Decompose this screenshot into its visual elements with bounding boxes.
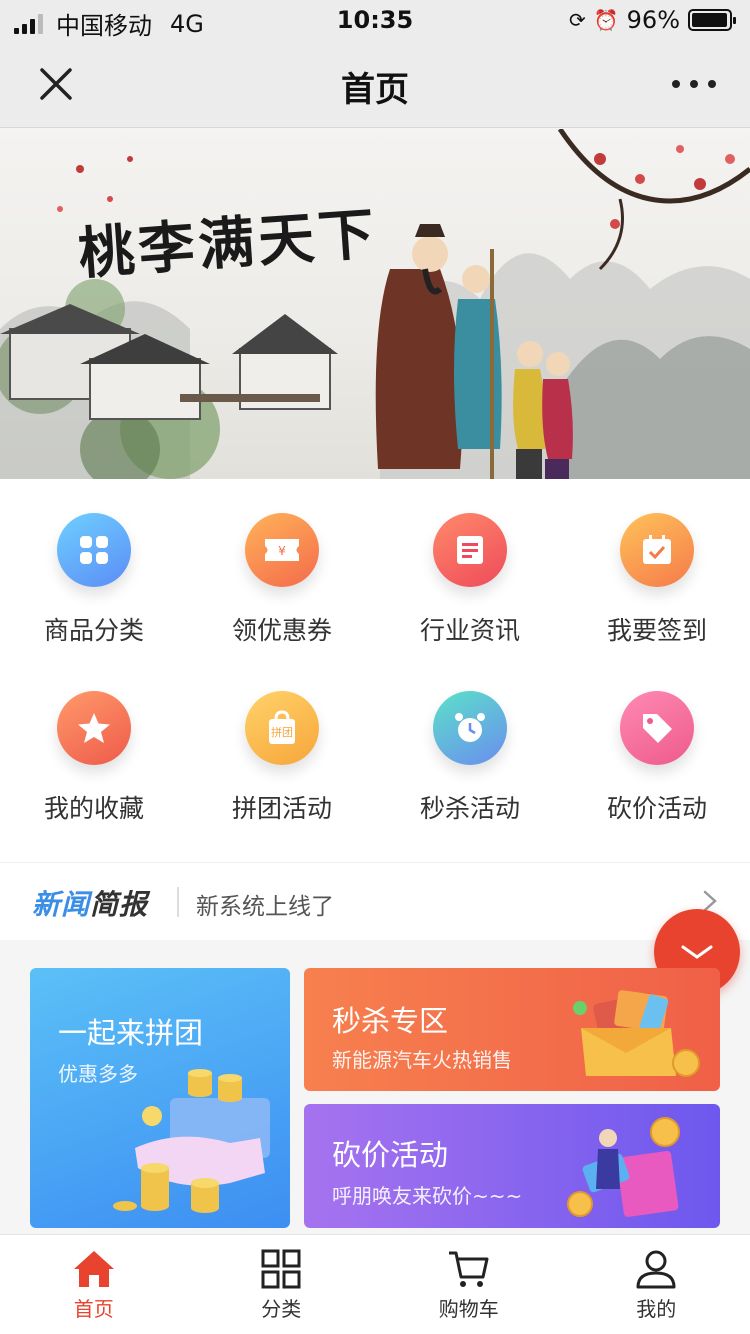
promo-bargain-subtitle: 呼朋唤友来砍价~~~	[332, 1184, 523, 1208]
price-tag-icon	[620, 691, 694, 765]
grid-item-label: 我的收藏	[43, 794, 144, 823]
coupon-icon: ¥	[245, 513, 319, 587]
status-right: ⟳ ⏰ 96%	[568, 6, 736, 34]
status-bar: 中国移动 4G 10:35 ⟳ ⏰ 96%	[0, 0, 750, 40]
grid-item-label: 商品分类	[43, 616, 144, 645]
grid-item[interactable]: ¥ 领优惠券	[188, 513, 376, 647]
grid-item[interactable]: 商品分类	[0, 513, 188, 647]
shopper-illustration	[567, 1117, 680, 1217]
tab-label: 首页	[73, 1297, 114, 1321]
bottom-tab-bar: 首页 分类 购物车 我的	[0, 1234, 750, 1334]
rotation-lock-icon: ⟳	[568, 8, 586, 32]
news-ticker[interactable]: 新闻简报 新系统上线了	[0, 862, 750, 940]
more-dots-icon[interactable]	[672, 70, 716, 98]
battery-fill	[692, 13, 727, 27]
promo-flash-subtitle: 新能源汽车火热销售	[332, 1048, 512, 1072]
promo-flash-title: 秒杀专区	[332, 1004, 449, 1038]
grid-item-label: 我要签到	[606, 616, 707, 645]
grid-icon	[261, 1249, 301, 1289]
grid-item-label: 拼团活动	[231, 794, 332, 823]
grid-icon-text: 拼团	[271, 726, 293, 739]
battery-percent: 96%	[626, 6, 680, 34]
svg-text:¥: ¥	[278, 544, 286, 558]
page-title: 首页	[341, 70, 409, 110]
news-logo: 新闻简报	[32, 883, 148, 923]
cart-icon	[448, 1251, 489, 1287]
star-icon	[57, 691, 131, 765]
news-icon	[433, 513, 507, 587]
chevron-down-icon	[681, 945, 713, 959]
hand-coins-illustration	[113, 1069, 270, 1213]
grid-item[interactable]: 砍价活动	[563, 691, 750, 825]
user-icon	[636, 1250, 676, 1289]
grid-item-label: 行业资讯	[419, 616, 520, 645]
battery-icon	[688, 9, 736, 31]
grid-item-label: 领优惠券	[231, 616, 332, 645]
grid-item-label: 砍价活动	[606, 794, 707, 823]
grid-item[interactable]: 行业资讯	[376, 513, 564, 647]
alarm-clock-icon	[433, 691, 507, 765]
alarm-icon: ⏰	[593, 8, 619, 32]
promo-group-buy-card[interactable]: 一起来拼团 优惠多多	[30, 968, 290, 1228]
promo-bargain-card[interactable]: 砍价活动 呼朋唤友来砍价~~~	[304, 1104, 720, 1228]
tab-me[interactable]: 我的	[563, 1235, 750, 1334]
wallet-illustration	[573, 990, 700, 1077]
banner[interactable]: 桃李满天下	[0, 129, 750, 479]
news-divider	[177, 887, 179, 917]
grid-item-label: 秒杀活动	[419, 794, 520, 823]
tab-label: 购物车	[438, 1297, 499, 1321]
tab-category[interactable]: 分类	[188, 1235, 376, 1334]
grid-item[interactable]: 秒杀活动	[376, 691, 564, 825]
news-logo-part-a: 新闻	[32, 888, 91, 921]
news-headline[interactable]: 新系统上线了	[196, 887, 334, 921]
news-logo-part-b: 简报	[90, 888, 149, 921]
tab-label: 我的	[636, 1297, 677, 1321]
tab-home[interactable]: 首页	[0, 1235, 188, 1334]
feature-grid: 商品分类 ¥ 领优惠券 行业资讯 我要签到 我的收藏 拼团 拼团活动 秒杀活动 砍价活动	[0, 479, 750, 862]
calendar-check-icon	[620, 513, 694, 587]
grid-item[interactable]: 我的收藏	[0, 691, 188, 825]
banner-illustration	[0, 129, 750, 479]
tab-label: 分类	[261, 1297, 302, 1321]
promo-bargain-title: 砍价活动	[332, 1138, 449, 1172]
grid-item[interactable]: 我要签到	[563, 513, 750, 647]
category-icon	[57, 513, 131, 587]
grid-item[interactable]: 拼团 拼团活动	[188, 691, 376, 825]
tab-cart[interactable]: 购物车	[375, 1235, 563, 1334]
group-bag-icon: 拼团	[245, 691, 319, 765]
home-icon	[73, 1251, 114, 1287]
promo-flash-sale-card[interactable]: 秒杀专区 新能源汽车火热销售	[304, 968, 720, 1091]
nav-bar: 首页	[0, 40, 750, 128]
